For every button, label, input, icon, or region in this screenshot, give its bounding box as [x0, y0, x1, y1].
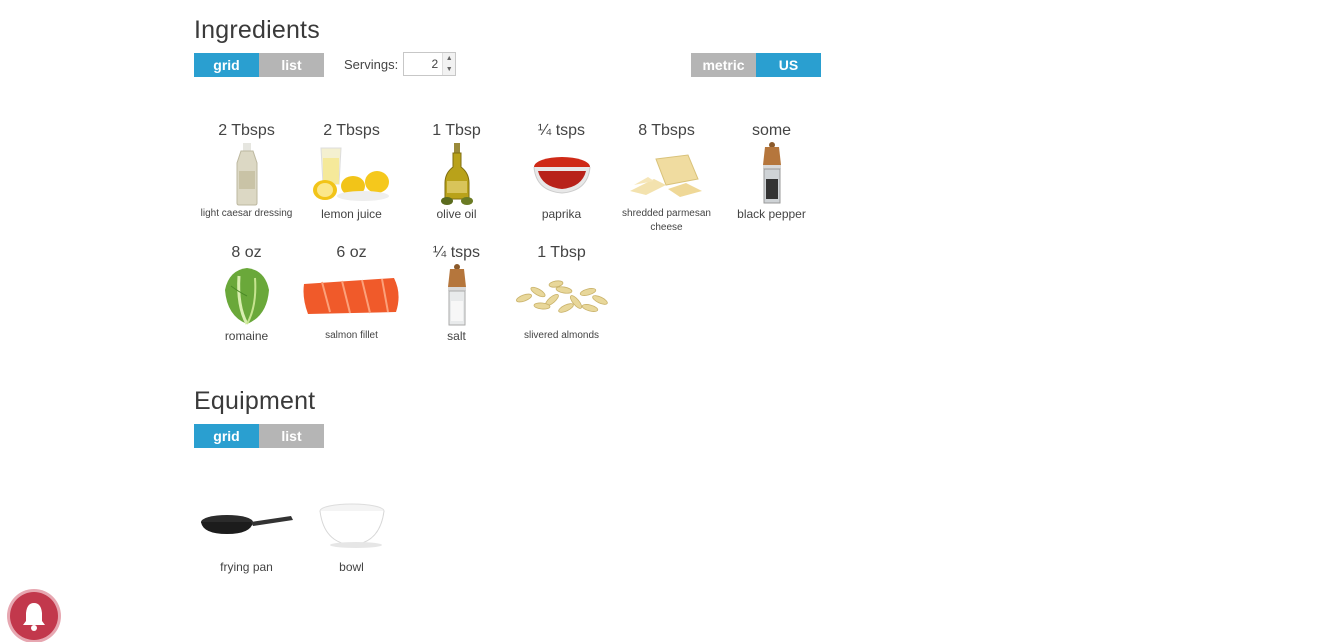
ingredient-amount: ¼ tsps	[537, 122, 586, 139]
servings-label: Servings:	[344, 56, 399, 72]
ingredients-grid-button[interactable]: grid	[194, 53, 259, 77]
ingredient-item[interactable]: ¼ tsps salt	[404, 243, 509, 343]
ingredient-amount: 2 Tbsps	[218, 122, 275, 139]
ingredient-amount: 2 Tbsps	[323, 122, 380, 139]
equipment-name: bowl	[339, 560, 364, 574]
equipment-item[interactable]: bowl	[299, 490, 404, 574]
paprika-bowl-icon	[533, 157, 590, 194]
ingredient-name: black pepper	[737, 207, 806, 221]
ingredient-name: lemon juice	[321, 207, 382, 221]
equipment-name: frying pan	[220, 560, 273, 574]
ingredient-item[interactable]: 1 Tbsp slivered almonds	[509, 243, 614, 343]
parmesan-icon	[629, 154, 702, 197]
ingredient-name: paprika	[541, 207, 582, 221]
equipment-grid: frying pan bowl	[194, 490, 404, 574]
us-button[interactable]: US	[756, 53, 821, 77]
frying-pan-icon	[200, 515, 293, 534]
ingredient-amount: 8 Tbsps	[638, 122, 695, 139]
unit-toggle: metric US	[691, 53, 821, 77]
equipment-list-button[interactable]: list	[259, 424, 324, 448]
equipment-title: Equipment	[194, 387, 316, 415]
spin-down-icon[interactable]: ▼	[443, 64, 455, 75]
ingredients-title: Ingredients	[194, 16, 320, 44]
romaine-icon	[224, 268, 269, 325]
bowl-icon	[319, 503, 384, 548]
spin-up-icon[interactable]: ▲	[443, 53, 455, 64]
equipment-view-toggle: grid list	[194, 424, 324, 448]
servings-input[interactable]: 2 ▲ ▼	[403, 52, 457, 76]
servings-value[interactable]: 2	[404, 57, 442, 71]
ingredient-amount: 1 Tbsp	[537, 244, 586, 261]
ingredient-name: romaine	[224, 329, 269, 343]
metric-button[interactable]: metric	[691, 53, 756, 77]
equipment-item[interactable]: frying pan	[194, 490, 299, 574]
almonds-icon	[515, 280, 608, 313]
ingredient-item[interactable]: 1 Tbsp olive oil	[404, 121, 509, 235]
equipment-grid-button[interactable]: grid	[194, 424, 259, 448]
ingredients-view-toggle: grid list	[194, 53, 324, 77]
ingredient-name: salt	[447, 329, 466, 343]
bell-icon	[23, 603, 45, 631]
ingredient-item[interactable]: 6 oz salmon fillet	[299, 243, 404, 343]
ingredients-grid: 2 Tbsps light caesar dressing 2 Tbsps le…	[194, 121, 824, 343]
ingredient-name: olive oil	[436, 207, 477, 221]
ingredient-name: shredded parmesan cheese	[622, 208, 711, 233]
ingredient-amount: 1 Tbsp	[432, 122, 481, 139]
salmon-icon	[303, 278, 399, 314]
ingredient-amount: some	[751, 122, 792, 139]
ingredient-name: light caesar dressing	[200, 208, 293, 219]
notification-bell-button[interactable]	[10, 592, 58, 640]
ingredient-name: slivered almonds	[523, 330, 600, 341]
dressing-bottle-icon	[236, 143, 257, 206]
ingredient-item[interactable]: ¼ tsps paprika	[509, 121, 614, 235]
ingredient-item[interactable]: 2 Tbsps light caesar dressing	[194, 121, 299, 235]
ingredient-amount: 8 oz	[231, 244, 262, 261]
ingredient-item[interactable]: 8 Tbsps shredded parmesan cheese	[614, 121, 719, 235]
servings-control: Servings: 2 ▲ ▼	[344, 52, 457, 76]
ingredient-amount: ¼ tsps	[432, 244, 481, 261]
lemon-juice-icon	[312, 147, 389, 201]
pepper-grinder-icon	[762, 142, 781, 204]
ingredient-item[interactable]: 2 Tbsps lemon juice	[299, 121, 404, 235]
salt-grinder-icon	[447, 264, 466, 326]
ingredient-item[interactable]: 8 oz romaine	[194, 243, 299, 343]
ingredient-item[interactable]: some black pepper	[719, 121, 824, 235]
olive-oil-icon	[440, 143, 473, 205]
servings-spinner[interactable]: ▲ ▼	[442, 53, 456, 75]
ingredient-name: salmon fillet	[325, 330, 378, 341]
ingredient-amount: 6 oz	[336, 244, 367, 261]
ingredients-list-button[interactable]: list	[259, 53, 324, 77]
